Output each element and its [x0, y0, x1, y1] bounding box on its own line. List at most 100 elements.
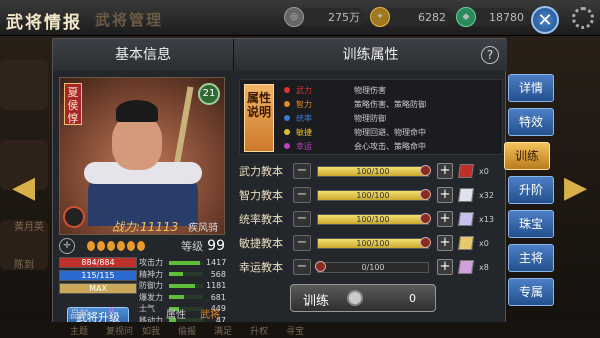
training-label: 统率教本: [239, 213, 283, 226]
stat-row: 防御力 1181: [139, 280, 229, 292]
copper-resource: ◎ 275万: [284, 7, 366, 27]
bottom-tab[interactable]: 偷报: [178, 324, 196, 337]
side-tab[interactable]: 升阶: [508, 176, 554, 204]
legend-row: 幸运 会心攻击、策略命中: [284, 140, 494, 152]
slider-knob[interactable]: [315, 260, 326, 272]
legend-row: 武力 物理伤害: [284, 84, 494, 96]
side-tab[interactable]: 珠宝: [508, 210, 554, 238]
star-rating: [87, 241, 145, 251]
manual-count: x32: [479, 190, 494, 200]
manual-count: x13: [479, 214, 494, 224]
general-portrait: 夏侯惇 21 战力:11113 疾风骑: [59, 77, 225, 235]
manual-count: x8: [479, 262, 489, 272]
attribute-label: 属性: [166, 310, 186, 321]
rank-icon: [63, 206, 85, 228]
legend-name: 武力: [296, 85, 312, 95]
training-label: 智力教本: [239, 189, 283, 202]
manual-book-icon: [458, 188, 474, 202]
jade-resource: ◆ 18780: [456, 7, 530, 27]
bottom-tab[interactable]: 如我: [142, 324, 160, 337]
side-tab[interactable]: 详情: [508, 74, 554, 102]
slider-knob[interactable]: [420, 236, 431, 248]
basic-info-header: 基本信息: [53, 39, 233, 71]
top-bar: 武将情报 武将管理 ◎ 275万 ✦ 6282 ◆ 18780 ✕: [0, 0, 600, 36]
increase-button[interactable]: +: [437, 163, 453, 179]
target-icon[interactable]: ✛: [59, 238, 75, 254]
prev-arrow-icon[interactable]: ◀: [12, 170, 35, 205]
stat-label: 攻击力: [139, 258, 163, 268]
stat-bar: [169, 272, 203, 277]
decrease-button[interactable]: −: [293, 259, 311, 275]
jade-gem-icon: ◆: [456, 7, 476, 27]
slider-knob[interactable]: [420, 188, 431, 200]
roster-item[interactable]: [0, 60, 48, 110]
training-header: 训练属性 ?: [233, 39, 507, 71]
general-hair: [116, 100, 158, 122]
training-row: 统率教本 − 100/100 + x13: [239, 209, 503, 229]
hp-text: 884/884: [81, 258, 115, 267]
bottom-tab[interactable]: 寻宝: [286, 324, 304, 337]
attribute-dot-icon: [284, 101, 290, 107]
bottom-tab[interactable]: 升权: [250, 324, 268, 337]
attribute-dot-icon: [284, 129, 290, 135]
decrease-button[interactable]: −: [293, 187, 311, 203]
stat-value: 1417: [206, 258, 227, 268]
attribute-dot-icon: [284, 115, 290, 121]
side-tab[interactable]: 专属: [508, 278, 554, 306]
increase-button[interactable]: +: [437, 187, 453, 203]
training-value: 100/100: [356, 166, 390, 176]
gold-value: 6282: [418, 10, 446, 24]
bottom-tab[interactable]: 满足: [214, 324, 232, 337]
training-progress-bar: 0/100: [315, 260, 429, 273]
training-progress-bar: 100/100: [317, 188, 431, 201]
training-progress-bar: 100/100: [317, 212, 431, 225]
slider-knob[interactable]: [420, 212, 431, 224]
gold-ingot-icon: ✦: [370, 7, 390, 27]
stat-row: 精神力 568: [139, 269, 229, 281]
attribute-value: 武将: [200, 310, 220, 321]
bottom-tab[interactable]: 复视问: [106, 324, 133, 337]
legend-row: 统率 物理防御: [284, 112, 494, 124]
decrease-button[interactable]: −: [293, 211, 311, 227]
side-tab[interactable]: 训练: [504, 142, 550, 170]
stat-bar: [169, 295, 203, 300]
decrease-button[interactable]: −: [293, 163, 311, 179]
power-label: 战力:: [112, 220, 141, 234]
training-progress-bar: 100/100: [317, 164, 431, 177]
training-label: 武力教本: [239, 165, 283, 178]
manual-book-icon: [458, 212, 474, 226]
side-tab[interactable]: 主将: [508, 244, 554, 272]
side-tab[interactable]: 特效: [508, 108, 554, 136]
page-title: 武将情报: [6, 13, 82, 33]
decrease-button[interactable]: −: [293, 235, 311, 251]
general-name-tag: 夏侯惇: [64, 83, 82, 125]
stat-bar: [169, 260, 203, 265]
close-button[interactable]: ✕: [531, 6, 559, 34]
gear-icon[interactable]: [572, 7, 594, 29]
star-icon: [117, 241, 125, 251]
legend-desc: 物理伤害: [354, 85, 386, 95]
legend-desc: 会心攻击、策略命中: [354, 141, 426, 151]
increase-button[interactable]: +: [437, 259, 453, 275]
resource-bars: 884/884 115/115 MAX: [59, 257, 137, 296]
stat-value: 568: [210, 269, 226, 279]
legend-desc: 策略伤害、策略防御: [354, 99, 426, 109]
manual-book-icon: [458, 260, 474, 274]
level-badge: 21: [198, 83, 220, 105]
stat-label: 防御力: [139, 281, 163, 291]
training-value: 100/100: [356, 214, 390, 224]
increase-button[interactable]: +: [437, 235, 453, 251]
increase-button[interactable]: +: [437, 211, 453, 227]
roster-subname: 陈到: [14, 260, 34, 271]
star-icon: [137, 241, 145, 251]
exp-text: MAX: [89, 284, 107, 293]
attribute-dot-icon: [284, 143, 290, 149]
train-button[interactable]: 训练 0: [290, 284, 436, 312]
help-button[interactable]: ?: [481, 46, 499, 64]
gold-resource: ✦ 6282: [370, 7, 452, 27]
next-arrow-icon[interactable]: ▶: [564, 170, 587, 205]
bottom-tab[interactable]: 主题: [70, 324, 88, 337]
troop-type: 疾风骑: [188, 223, 218, 234]
slider-knob[interactable]: [420, 164, 431, 176]
silver-coin-icon: [347, 290, 363, 306]
